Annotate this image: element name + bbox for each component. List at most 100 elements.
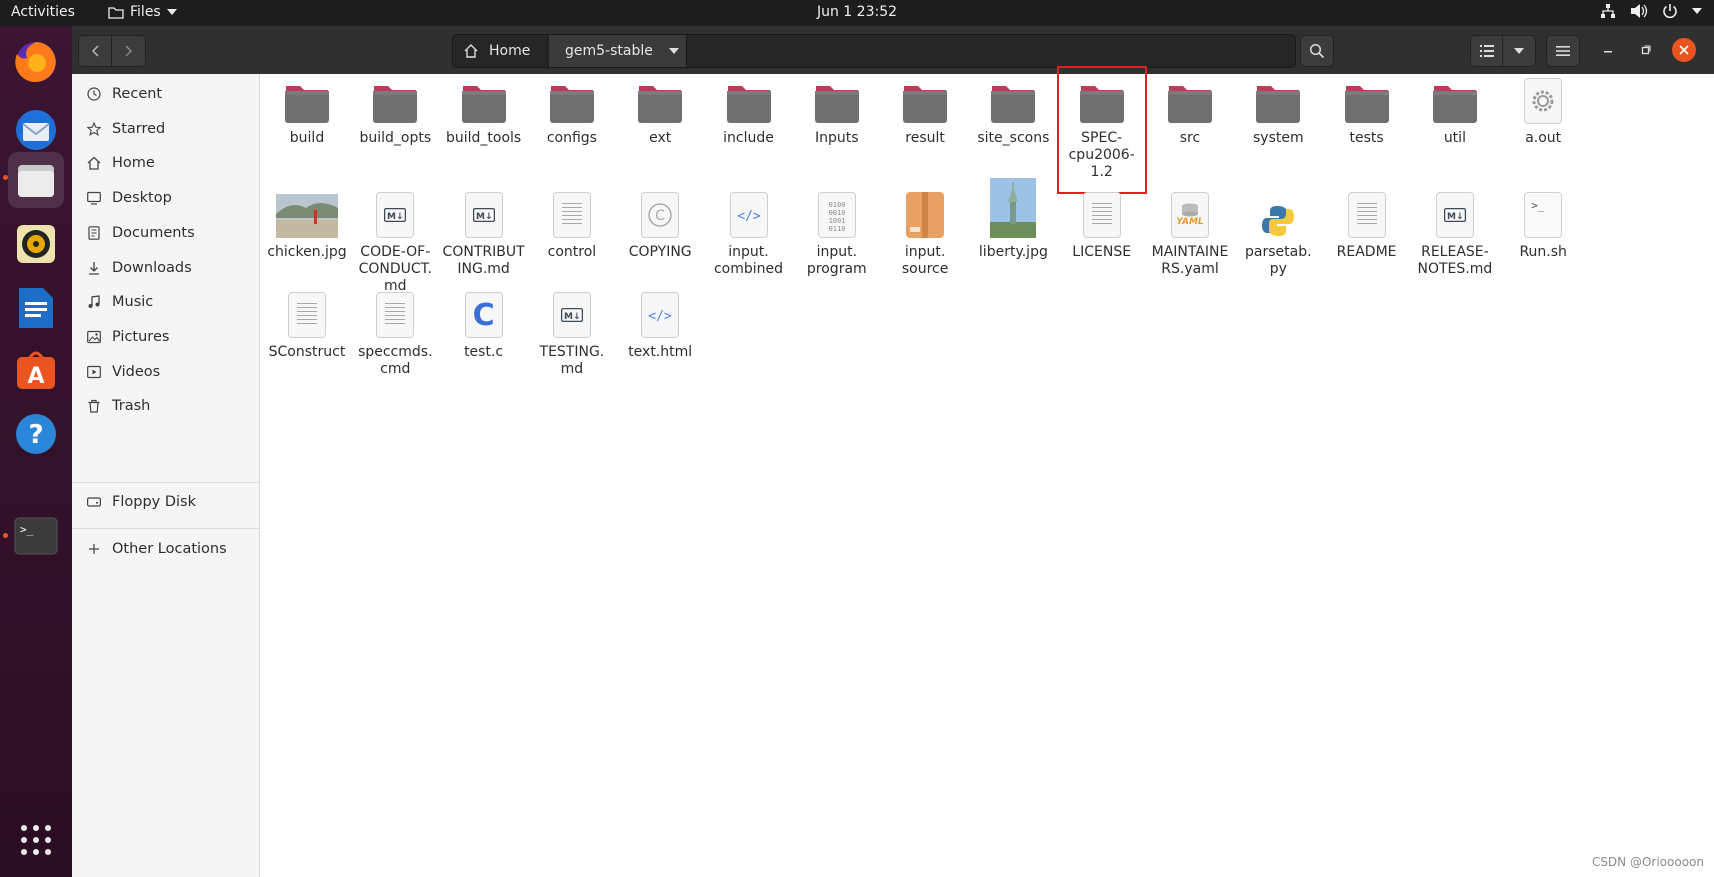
- folder-item[interactable]: util: [1407, 74, 1503, 147]
- html-file-icon: </>: [717, 188, 781, 238]
- file-item[interactable]: liberty.jpg: [965, 174, 1061, 261]
- sidebar-item-floppy-disk[interactable]: Floppy Disk: [72, 484, 260, 520]
- app-menu[interactable]: Files: [108, 4, 177, 20]
- file-item[interactable]: LICENSE: [1054, 188, 1150, 261]
- svg-text:A: A: [27, 364, 44, 389]
- folder-item[interactable]: src: [1142, 74, 1238, 147]
- folder-item[interactable]: site_scons: [965, 74, 1061, 147]
- app-grid-icon[interactable]: [8, 812, 64, 868]
- back-button[interactable]: [79, 36, 113, 66]
- writer-icon[interactable]: [8, 280, 64, 336]
- file-name: TESTING. md: [539, 344, 605, 377]
- file-item[interactable]: </> text.html: [612, 288, 708, 361]
- folder-item[interactable]: result: [877, 74, 973, 147]
- path-home-button[interactable]: Home: [453, 35, 548, 67]
- network-icon[interactable]: [1600, 3, 1616, 19]
- thunderbird-icon[interactable]: [8, 102, 64, 158]
- folder-item[interactable]: build_tools: [436, 74, 532, 147]
- file-name: control: [547, 244, 597, 260]
- folder-item[interactable]: ext: [612, 74, 708, 147]
- folder-item[interactable]: configs: [524, 74, 620, 147]
- power-icon[interactable]: [1662, 3, 1678, 19]
- sidebar-item-label: Recent: [112, 86, 163, 102]
- file-item[interactable]: M↓ CODE-OF- CONDUCT. md: [347, 188, 443, 295]
- file-item[interactable]: a.out: [1495, 74, 1591, 147]
- file-name: input. program: [806, 244, 867, 277]
- maximize-button[interactable]: [1638, 42, 1654, 58]
- file-item[interactable]: parsetab. py: [1230, 188, 1326, 278]
- app-menu-label: Files: [130, 4, 161, 20]
- file-name: speccmds. cmd: [358, 344, 433, 377]
- activities-button[interactable]: Activities: [11, 4, 75, 20]
- forward-button[interactable]: [112, 36, 145, 66]
- file-name: CONTRIBUT ING.md: [442, 244, 525, 277]
- files-icon[interactable]: [8, 152, 64, 208]
- clock[interactable]: Jun 1 23:52: [817, 4, 897, 20]
- path-current-button[interactable]: gem5-stable: [549, 35, 687, 67]
- dock: A ? >_: [0, 26, 72, 877]
- file-item[interactable]: C COPYING: [612, 188, 708, 261]
- sidebar-item-home[interactable]: Home: [72, 145, 260, 181]
- folder-item[interactable]: include: [701, 74, 797, 147]
- file-item[interactable]: >_ Run.sh: [1495, 188, 1591, 261]
- sidebar-item-music[interactable]: Music: [72, 284, 260, 320]
- sidebar-item-documents[interactable]: Documents: [72, 215, 260, 251]
- chevron-down-icon[interactable]: [1692, 8, 1702, 14]
- file-item[interactable]: YAML MAINTAINE RS.yaml: [1142, 188, 1238, 278]
- sidebar-item-recent[interactable]: Recent: [72, 76, 260, 112]
- close-button[interactable]: [1672, 38, 1696, 62]
- help-icon[interactable]: ?: [8, 406, 64, 462]
- folder-item[interactable]: build: [259, 74, 355, 147]
- folder-item[interactable]: tests: [1319, 74, 1415, 147]
- file-item[interactable]: README: [1319, 188, 1415, 261]
- sidebar-item-starred[interactable]: Starred: [72, 111, 260, 147]
- sidebar-item-pictures[interactable]: Pictures: [72, 319, 260, 355]
- folder-icon: [1335, 74, 1399, 124]
- sidebar-item-downloads[interactable]: Downloads: [72, 250, 260, 286]
- volume-icon[interactable]: [1630, 3, 1648, 19]
- terminal-icon[interactable]: >_: [8, 508, 64, 564]
- sidebar-item-other-locations[interactable]: Other Locations: [72, 531, 260, 567]
- file-name: include: [723, 130, 774, 146]
- software-icon[interactable]: A: [8, 342, 64, 398]
- folder-icon: [275, 74, 339, 124]
- main-menu-button[interactable]: [1546, 35, 1580, 67]
- firefox-icon[interactable]: [8, 34, 64, 90]
- minimize-button[interactable]: [1600, 42, 1616, 58]
- file-item[interactable]: chicken.jpg: [259, 188, 355, 261]
- file-item[interactable]: 0100 0010 1001 0110 input. program: [789, 188, 885, 278]
- file-name: site_scons: [977, 130, 1050, 146]
- sidebar-item-label: Downloads: [112, 259, 192, 276]
- folder-item[interactable]: system: [1230, 74, 1326, 147]
- sidebar-item-videos[interactable]: Videos: [72, 354, 260, 390]
- file-item[interactable]: M↓ RELEASE- NOTES.md: [1407, 188, 1503, 278]
- file-item[interactable]: Ctest.c: [436, 288, 532, 361]
- file-name: chicken.jpg: [267, 244, 347, 260]
- folder-item[interactable]: SPEC- cpu2006- 1.2: [1056, 66, 1147, 194]
- file-name: LICENSE: [1072, 244, 1132, 260]
- rhythmbox-icon[interactable]: [8, 216, 64, 272]
- view-options-button[interactable]: [1503, 36, 1535, 66]
- file-item[interactable]: </> input. combined: [701, 188, 797, 278]
- sidebar: Recent Starred Home Desktop Documents Downloa…: [72, 74, 260, 877]
- sidebar-item-trash[interactable]: Trash: [72, 388, 260, 424]
- folder-item[interactable]: build_opts: [347, 74, 443, 147]
- file-name: SPEC- cpu2006- 1.2: [1068, 130, 1135, 180]
- c-file-icon: C: [452, 288, 516, 338]
- path-bar: Home gem5-stable: [452, 34, 1296, 68]
- sidebar-divider: [72, 482, 260, 483]
- list-view-button[interactable]: [1471, 36, 1504, 66]
- file-item[interactable]: input. source: [877, 188, 973, 278]
- folder-icon: [1423, 74, 1487, 124]
- file-item[interactable]: M↓ TESTING. md: [524, 288, 620, 378]
- folder-item[interactable]: Inputs: [789, 74, 885, 147]
- system-tray[interactable]: [1600, 3, 1702, 19]
- file-name: COPYING: [628, 244, 692, 260]
- file-item[interactable]: speccmds. cmd: [347, 288, 443, 378]
- search-button[interactable]: [1300, 35, 1334, 67]
- drive-icon: [86, 494, 102, 510]
- sidebar-item-desktop[interactable]: Desktop: [72, 180, 260, 216]
- file-item[interactable]: control: [524, 188, 620, 261]
- file-item[interactable]: SConstruct: [259, 288, 355, 361]
- file-item[interactable]: M↓ CONTRIBUT ING.md: [436, 188, 532, 278]
